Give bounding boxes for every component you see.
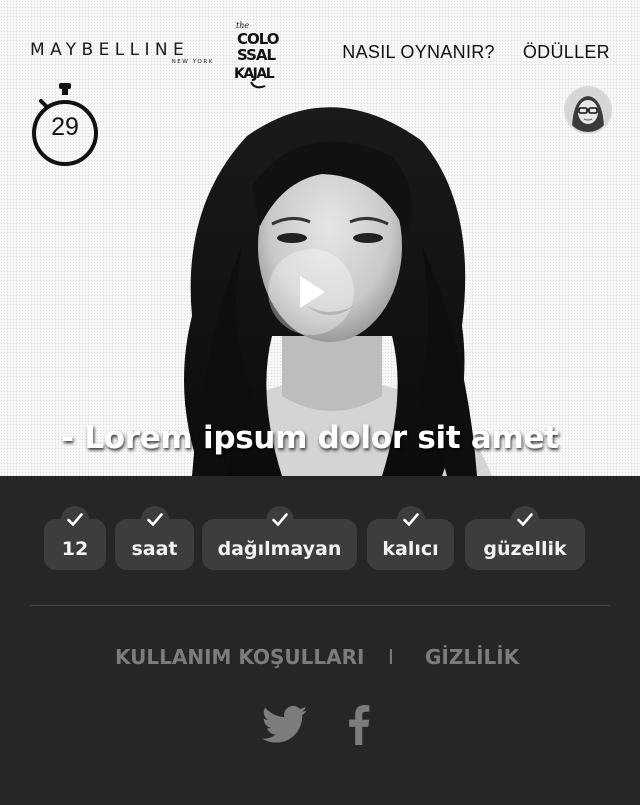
feature-tag-label: saat [131,538,178,560]
timer-value: 29 [51,113,79,141]
countdown-timer: 29 [30,81,100,167]
feature-tag: 12 [44,506,106,570]
twitter-icon[interactable] [262,705,308,745]
footer-links: KULLANIM KOŞULLARI I GİZLİLİK [0,645,640,671]
game-stage: MAYBELLINE NEW YORK the COLO SSAL KAJAL … [0,0,640,476]
brand-name: MAYBELLINE [30,40,190,60]
feature-tag: kalıcı [367,506,454,570]
campaign-logo: the COLO SSAL KAJAL [234,21,280,89]
user-avatar[interactable] [564,86,612,134]
campaign-logo-line: SSAL [237,46,277,64]
feature-tags: 12 saat dağılmayan kalıcı güzellik [0,506,640,570]
feature-tag: saat [115,506,194,570]
feature-tag: dağılmayan [202,506,357,570]
check-icon [61,506,89,534]
check-icon [396,506,425,534]
check-icon [140,506,169,534]
footer-divider [30,605,610,606]
brand-logo[interactable]: MAYBELLINE NEW YORK [30,40,214,65]
feature-tag-label: 12 [61,538,89,560]
hero-headline: - Lorem ipsum dolor sit amet [61,420,559,456]
nav-how-to-play[interactable]: NASIL OYNANIR? [342,42,495,63]
check-icon [511,506,539,534]
campaign-logo-line: the [236,21,249,30]
nav-prizes[interactable]: ÖDÜLLER [523,42,610,63]
play-icon [300,276,325,308]
campaign-logo-line: KAJAL [234,66,275,82]
terms-of-use-link[interactable]: KULLANIM KOŞULLARI [115,645,364,669]
avatar-image [566,88,610,132]
feature-tag-label: güzellik [483,538,567,560]
feature-tag-label: kalıcı [382,538,439,560]
feature-tag-label: dağılmayan [217,538,342,560]
check-icon [265,506,294,534]
privacy-link[interactable]: GİZLİLİK [425,645,519,669]
play-video-button[interactable] [268,249,354,335]
feature-tag: güzellik [465,506,585,570]
link-separator: I [388,645,394,669]
main-nav: NASIL OYNANIR? ÖDÜLLER [342,42,610,63]
social-links [0,705,640,755]
facebook-icon[interactable] [347,705,371,745]
